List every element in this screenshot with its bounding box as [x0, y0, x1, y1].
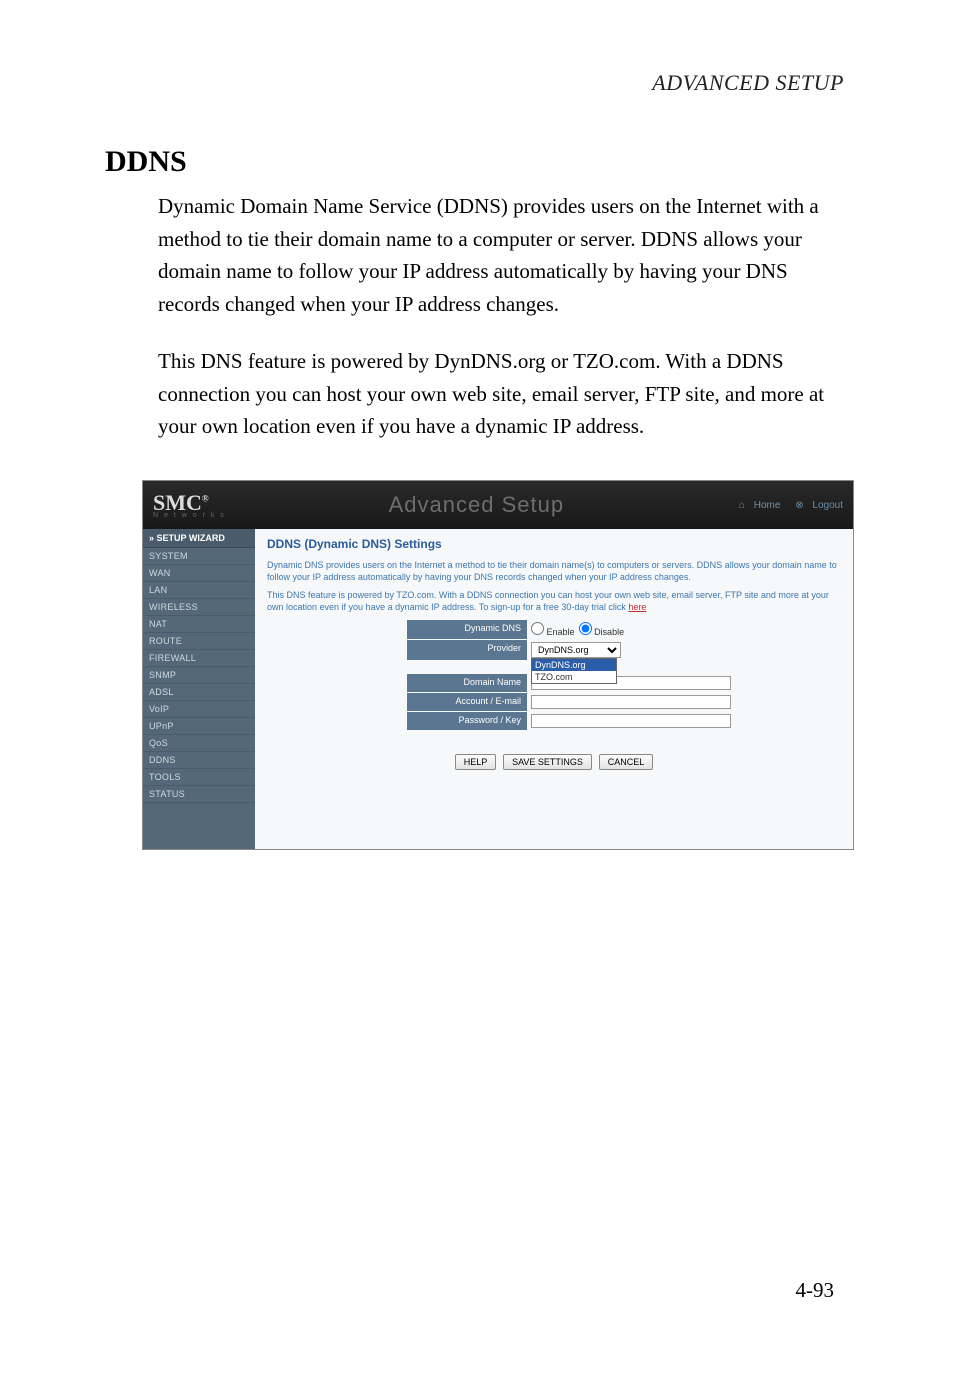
sidebar-setup-wizard[interactable]: » SETUP WIZARD	[143, 529, 255, 548]
sidebar-item-snmp[interactable]: SNMP	[143, 667, 255, 684]
header-links: ⌂ Home ⊗ Logout	[727, 500, 843, 511]
logout-icon: ⊗	[795, 500, 803, 511]
page-number: 4-93	[796, 1278, 835, 1303]
sidebar-item-tools[interactable]: TOOLS	[143, 769, 255, 786]
row-password: Password / Key	[267, 712, 841, 730]
sidebar-item-wan[interactable]: WAN	[143, 565, 255, 582]
screenshot-header-bar: SMC® N e t w o r k s Advanced Setup ⌂ Ho…	[143, 481, 853, 529]
sidebar-item-route[interactable]: ROUTE	[143, 633, 255, 650]
provider-label: Provider	[407, 640, 527, 660]
cancel-button[interactable]: CANCEL	[599, 754, 654, 770]
row-dynamic-dns: Dynamic DNS Enable Disable	[267, 620, 841, 639]
section-heading: DDNS	[105, 145, 187, 179]
header-title: Advanced Setup	[389, 492, 564, 518]
provider-option-dyndns[interactable]: DynDNS.org	[532, 659, 616, 671]
sidebar-item-ddns[interactable]: DDNS	[143, 752, 255, 769]
sidebar-item-nat[interactable]: NAT	[143, 616, 255, 633]
sidebar-item-status[interactable]: STATUS	[143, 786, 255, 803]
save-settings-button[interactable]: SAVE SETTINGS	[503, 754, 592, 770]
logo-text: SMC®	[153, 492, 226, 514]
provider-select[interactable]: DynDNS.org	[531, 642, 621, 658]
paragraph-2: This DNS feature is powered by DynDNS.or…	[158, 345, 854, 443]
dynamic-dns-label: Dynamic DNS	[407, 620, 527, 639]
row-account: Account / E-mail	[267, 693, 841, 711]
home-link[interactable]: ⌂ Home	[733, 500, 781, 511]
sidebar-item-lan[interactable]: LAN	[143, 582, 255, 599]
settings-description-1: Dynamic DNS provides users on the Intern…	[267, 559, 841, 583]
logo-subtext: N e t w o r k s	[153, 512, 226, 519]
account-label: Account / E-mail	[407, 693, 527, 711]
sidebar-item-adsl[interactable]: ADSL	[143, 684, 255, 701]
enable-radio[interactable]: Enable	[531, 622, 575, 637]
settings-description-2: This DNS feature is powered by TZO.com. …	[267, 589, 841, 613]
provider-options-list: DynDNS.org TZO.com	[531, 658, 617, 684]
password-input[interactable]	[531, 714, 731, 728]
help-button[interactable]: HELP	[455, 754, 497, 770]
router-admin-screenshot: SMC® N e t w o r k s Advanced Setup ⌂ Ho…	[142, 480, 854, 850]
main-content: DDNS (Dynamic DNS) Settings Dynamic DNS …	[255, 529, 853, 849]
sidebar-nav: » SETUP WIZARD SYSTEM WAN LAN WIRELESS N…	[143, 529, 255, 849]
provider-option-tzo[interactable]: TZO.com	[532, 671, 616, 683]
sidebar-item-voip[interactable]: VoIP	[143, 701, 255, 718]
disable-radio[interactable]: Disable	[579, 622, 625, 637]
sidebar-item-firewall[interactable]: FIREWALL	[143, 650, 255, 667]
logo-block: SMC® N e t w o r k s	[153, 492, 226, 519]
sidebar-item-system[interactable]: SYSTEM	[143, 548, 255, 565]
button-row: HELP SAVE SETTINGS CANCEL	[267, 754, 841, 770]
home-icon: ⌂	[739, 500, 745, 511]
account-input[interactable]	[531, 695, 731, 709]
sidebar-item-wireless[interactable]: WIRELESS	[143, 599, 255, 616]
settings-title: DDNS (Dynamic DNS) Settings	[267, 537, 841, 551]
running-header: ADVANCED SETUP	[652, 70, 844, 96]
logout-link[interactable]: ⊗ Logout	[789, 500, 843, 511]
password-label: Password / Key	[407, 712, 527, 730]
trial-link[interactable]: here	[628, 602, 646, 612]
domain-name-label: Domain Name	[407, 674, 527, 692]
paragraph-1: Dynamic Domain Name Service (DDNS) provi…	[158, 190, 854, 320]
row-provider: Provider DynDNS.org DynDNS.org TZO.com	[267, 640, 841, 660]
sidebar-item-qos[interactable]: QoS	[143, 735, 255, 752]
sidebar-item-upnp[interactable]: UPnP	[143, 718, 255, 735]
